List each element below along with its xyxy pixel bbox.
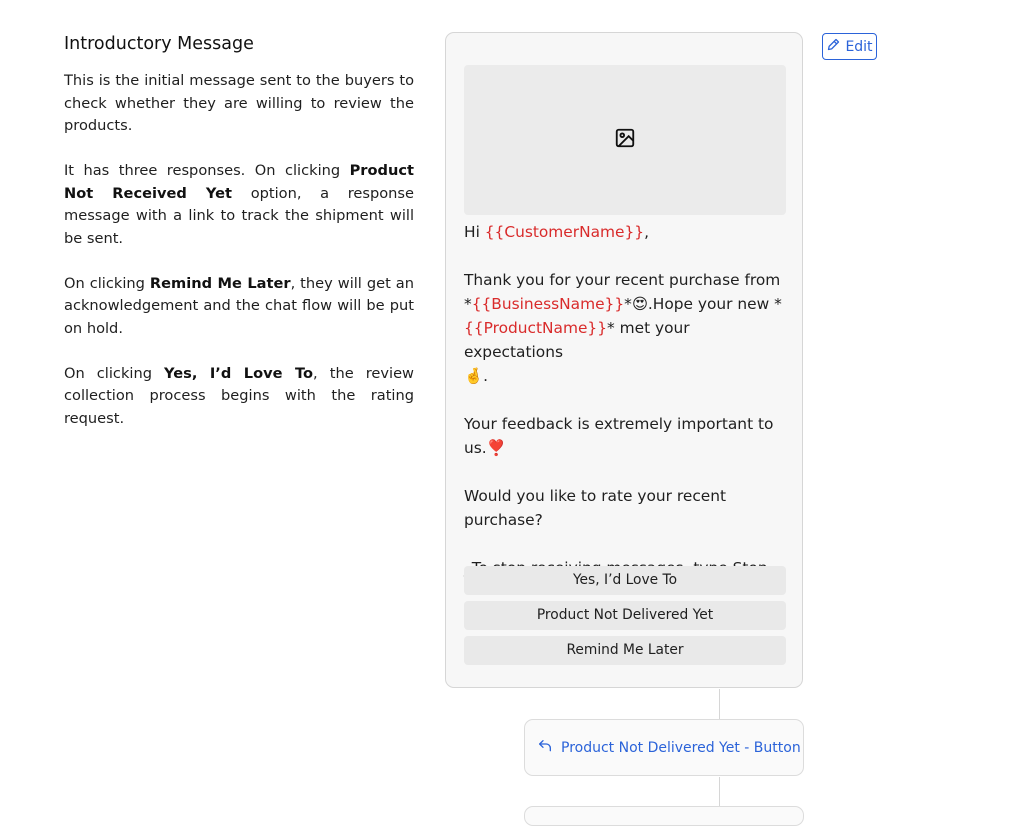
text: *😍.Hope your new *	[624, 295, 782, 313]
branch-node-not-delivered[interactable]: Product Not Delivered Yet - Button	[524, 719, 804, 776]
description-panel: Introductory Message This is the initial…	[64, 34, 414, 453]
pencil-icon	[826, 37, 841, 56]
quick-reply-remind-later[interactable]: Remind Me Later	[464, 636, 786, 665]
feedback-text: Your feedback is extremely important to …	[464, 415, 774, 457]
text: It has three responses. On clicking	[64, 162, 350, 179]
section-title: Introductory Message	[64, 34, 254, 54]
branch-node-label: Product Not Delivered Yet - Button	[561, 739, 801, 756]
business-name-variable: {{BusinessName}}	[471, 295, 625, 313]
text: On clicking	[64, 364, 165, 382]
quick-reply-yes[interactable]: Yes, I’d Love To	[464, 566, 786, 595]
message-preview-card: Hi {{CustomerName}}, Thank you for your …	[445, 32, 803, 688]
customer-name-variable: {{CustomerName}}	[484, 223, 645, 241]
quick-reply-buttons: Yes, I’d Love To Product Not Delivered Y…	[464, 566, 786, 671]
description-paragraph-1: This is the initial message sent to the …	[64, 72, 414, 134]
edit-button-label: Edit	[845, 38, 873, 55]
flow-connector	[719, 689, 720, 719]
media-placeholder	[464, 65, 786, 215]
text: ,	[644, 223, 649, 241]
bold-option-name: Yes, I’d Love To	[164, 364, 314, 382]
text: Hi	[464, 223, 485, 241]
description-paragraph-2: It has three responses. On clicking Prod…	[64, 160, 414, 250]
branch-node-next[interactable]	[524, 806, 804, 826]
reply-icon	[537, 738, 553, 758]
flow-connector	[719, 777, 720, 807]
image-icon	[614, 127, 636, 153]
text: On clicking	[64, 274, 150, 292]
product-name-variable: {{ProductName}}	[464, 319, 608, 337]
quick-reply-not-delivered[interactable]: Product Not Delivered Yet	[464, 601, 786, 630]
message-body: Hi {{CustomerName}}, Thank you for your …	[464, 220, 786, 580]
question-text: Would you like to rate your recent purch…	[464, 487, 727, 529]
description-paragraph-4: On clicking Yes, I’d Love To, the review…	[64, 363, 414, 431]
description-paragraph-3: On clicking Remind Me Later, they will g…	[64, 273, 414, 341]
edit-button[interactable]: Edit	[822, 33, 877, 60]
bold-option-name: Remind Me Later	[149, 274, 291, 292]
